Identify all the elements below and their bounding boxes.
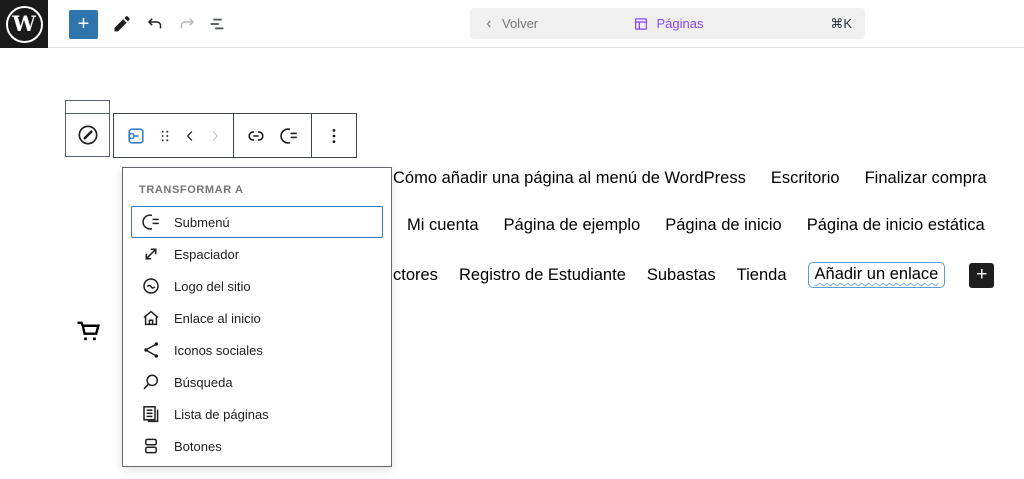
- block-toolbar: [113, 113, 357, 158]
- move-left-button[interactable]: [179, 121, 201, 151]
- menu-item-submenu[interactable]: Submenú: [131, 206, 383, 238]
- custom-link-block-icon: [124, 124, 148, 148]
- command-palette-shortcut[interactable]: ⌘K: [830, 16, 852, 32]
- menu-item-label: Botones: [174, 439, 222, 454]
- menu-item-search[interactable]: Búsqueda: [131, 366, 383, 398]
- redo-button[interactable]: [175, 12, 199, 36]
- popover-header: TRANSFORMAR A: [131, 176, 383, 206]
- nav-item[interactable]: Finalizar compra: [865, 169, 987, 188]
- back-button[interactable]: Volver: [483, 16, 538, 31]
- block-top-strip: [66, 101, 109, 114]
- nav-item[interactable]: Escritorio: [771, 169, 840, 188]
- chevron-left-icon: [181, 127, 199, 145]
- menu-item-home-link[interactable]: Enlace al inicio: [131, 302, 383, 334]
- menu-item-label: Iconos sociales: [174, 343, 263, 358]
- add-link-placeholder: Añadir un enlace: [815, 265, 939, 283]
- menu-item-label: Lista de páginas: [174, 407, 269, 422]
- document-header-bar: Volver Páginas ⌘K: [470, 8, 865, 39]
- submenu-button[interactable]: [274, 121, 304, 151]
- sibling-block-outline[interactable]: [65, 100, 110, 157]
- nav-menu-row-2: Mi cuenta Página de ejemplo Página de in…: [407, 216, 985, 235]
- menu-item-social-icons[interactable]: Iconos sociales: [131, 334, 383, 366]
- redo-icon: [176, 13, 198, 35]
- custom-link-block-button[interactable]: [121, 121, 151, 151]
- nav-item[interactable]: Página de inicio: [665, 216, 782, 235]
- wordpress-logo-icon: W: [6, 6, 43, 43]
- link-button[interactable]: [241, 121, 271, 151]
- nav-item[interactable]: Registro de Estudiante: [459, 266, 626, 285]
- list-view-button[interactable]: [205, 12, 229, 36]
- home-icon: [139, 306, 163, 330]
- list-view-icon: [206, 13, 228, 35]
- nav-item[interactable]: Tienda: [737, 266, 787, 285]
- editor-top-bar: W +: [0, 0, 1024, 48]
- nav-menu-row-1: Cómo añadir una página al menú de WordPr…: [393, 169, 987, 188]
- nav-menu-row-3: ctores Registro de Estudiante Subastas T…: [393, 260, 994, 290]
- nav-item-truncated[interactable]: ctores: [393, 266, 438, 285]
- search-icon: [139, 370, 163, 394]
- submenu-icon: [277, 124, 301, 148]
- link-icon: [244, 124, 268, 148]
- menu-item-label: Submenú: [174, 215, 230, 230]
- edit-mode-button[interactable]: [110, 12, 134, 36]
- undo-icon: [144, 13, 166, 35]
- pages-template-icon: [632, 15, 650, 33]
- back-label: Volver: [502, 16, 538, 31]
- add-link-field[interactable]: Añadir un enlace: [808, 262, 946, 288]
- buttons-icon: [139, 434, 163, 458]
- drag-handle-icon: [155, 126, 175, 146]
- spacer-icon: [139, 242, 163, 266]
- nav-item[interactable]: Página de ejemplo: [504, 216, 641, 235]
- share-icon: [139, 338, 163, 362]
- circle-slash-icon: [75, 122, 101, 148]
- chevron-right-icon: [206, 127, 224, 145]
- undo-button[interactable]: [143, 12, 167, 36]
- move-right-button[interactable]: [204, 121, 226, 151]
- menu-item-site-logo[interactable]: Logo del sitio: [131, 270, 383, 302]
- site-logo-icon: [139, 274, 163, 298]
- document-context-label[interactable]: Páginas: [657, 16, 704, 31]
- options-button[interactable]: [319, 121, 349, 151]
- menu-item-label: Logo del sitio: [174, 279, 251, 294]
- submenu-icon: [139, 210, 163, 234]
- menu-item-spacer[interactable]: Espaciador: [131, 238, 383, 270]
- menu-item-label: Espaciador: [174, 247, 239, 262]
- transform-to-popover: TRANSFORMAR A Submenú Espaciador Lo: [122, 167, 392, 467]
- shopping-cart-icon: [71, 314, 105, 348]
- wordpress-logo[interactable]: W: [0, 0, 48, 48]
- menu-item-label: Búsqueda: [174, 375, 233, 390]
- menu-item-label: Enlace al inicio: [174, 311, 261, 326]
- chevron-left-icon: [483, 18, 495, 30]
- nav-item[interactable]: Mi cuenta: [407, 216, 479, 235]
- drag-handle[interactable]: [154, 121, 176, 151]
- nav-item[interactable]: Cómo añadir una página al menú de WordPr…: [393, 169, 746, 188]
- menu-item-page-list[interactable]: Lista de páginas: [131, 398, 383, 430]
- menu-item-buttons[interactable]: Botones: [131, 430, 383, 462]
- block-inserter-button[interactable]: +: [69, 10, 98, 39]
- add-block-button[interactable]: +: [969, 263, 994, 288]
- page-list-icon: [139, 402, 163, 426]
- pencil-icon: [111, 13, 133, 35]
- mini-cart-block[interactable]: [71, 314, 105, 348]
- nav-item[interactable]: Página de inicio estática: [807, 216, 985, 235]
- nav-item[interactable]: Subastas: [647, 266, 716, 285]
- kebab-menu-icon: [322, 124, 346, 148]
